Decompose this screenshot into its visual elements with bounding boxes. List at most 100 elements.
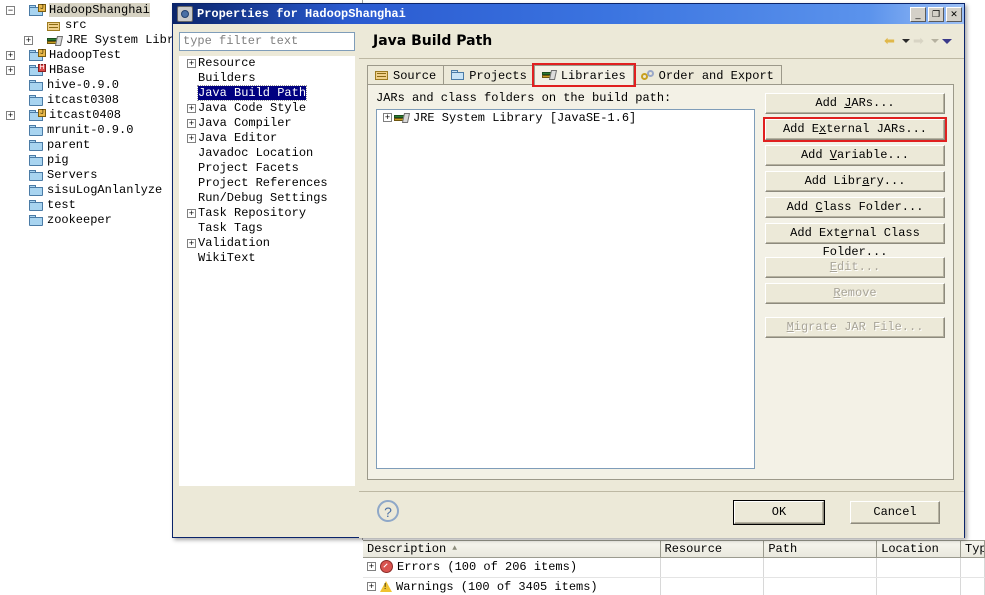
- window-buttons[interactable]: _ ❐ ✕: [910, 6, 962, 22]
- jar-list[interactable]: + JRE System Library [JavaSE-1.6]: [376, 109, 755, 469]
- settings-tree-item-label: Resource: [198, 56, 256, 70]
- button-label: Add External Class Folder...: [790, 226, 920, 259]
- settings-tree-item-11[interactable]: Task Tags: [179, 221, 355, 236]
- libraries-books-icon: [541, 70, 557, 81]
- button-add-jars[interactable]: Add JARs...: [765, 93, 945, 114]
- folder-icon: [29, 169, 44, 182]
- history-dropdown-icon[interactable]: [942, 38, 952, 44]
- tree-connector: [17, 66, 28, 75]
- minimize-button[interactable]: _: [910, 6, 926, 22]
- button-add-external-jars[interactable]: Add External JARs...: [763, 117, 947, 142]
- dialog-navigation[interactable]: type filter text + Resource Builders Java B…: [179, 32, 357, 487]
- settings-tree-item-4[interactable]: + Java Compiler: [179, 116, 355, 131]
- tab-libraries[interactable]: Libraries: [531, 63, 636, 87]
- problems-column-header-3[interactable]: Location: [877, 541, 962, 557]
- close-button[interactable]: ✕: [946, 6, 962, 22]
- folder-icon: [29, 214, 44, 227]
- problems-column-header-0[interactable]: Description ▲: [363, 541, 661, 557]
- action-button-column[interactable]: Add JARs... Add External JARs... Add Varia…: [763, 93, 947, 343]
- package-explorer-item-label: HadoopTest: [49, 48, 122, 62]
- expander-minus-icon[interactable]: −: [6, 6, 15, 15]
- settings-tree-item-9[interactable]: Run/Debug Settings: [179, 191, 355, 206]
- button-add-variable[interactable]: Add Variable...: [765, 145, 945, 166]
- page-title: Java Build Path: [373, 33, 493, 49]
- settings-tree-item-label: Project References: [198, 176, 328, 190]
- package-explorer-item-label: test: [47, 198, 76, 212]
- expander-plus-icon[interactable]: +: [367, 562, 376, 572]
- folder-icon: [29, 94, 44, 107]
- problems-row[interactable]: + Errors (100 of 206 items): [363, 558, 985, 578]
- error-icon: [380, 560, 393, 574]
- button-label: Migrate JAR File...: [786, 320, 924, 334]
- problems-row[interactable]: + Warnings (100 of 3405 items): [363, 578, 985, 595]
- expander-plus-icon[interactable]: +: [6, 66, 15, 75]
- jar-list-item-0[interactable]: + JRE System Library [JavaSE-1.6]: [377, 110, 754, 126]
- problems-rows[interactable]: + Errors (100 of 206 items) + Warnings (100…: [363, 558, 985, 595]
- source-folder-icon: [47, 20, 62, 32]
- problems-view[interactable]: Description ▲ Resource Path Location Typ + Err…: [363, 540, 985, 595]
- problems-cell-resource: [661, 578, 765, 595]
- button-add-library[interactable]: Add Library...: [765, 171, 945, 192]
- dialog-titlebar[interactable]: Properties for HadoopShanghai _ ❐ ✕: [173, 4, 964, 24]
- back-arrow-icon[interactable]: [884, 35, 899, 48]
- problems-column-label: Description: [367, 542, 447, 557]
- filter-input[interactable]: type filter text: [179, 32, 355, 51]
- properties-dialog[interactable]: Properties for HadoopShanghai _ ❐ ✕ type…: [172, 3, 965, 538]
- back-dropdown-icon[interactable]: [902, 39, 910, 43]
- settings-tree-item-3[interactable]: + Java Code Style: [179, 101, 355, 116]
- package-explorer-item-label: HBase: [49, 63, 86, 77]
- settings-tree-item-label: Java Editor: [198, 131, 278, 145]
- expander-plus-icon[interactable]: +: [6, 51, 15, 60]
- expander-plus-icon[interactable]: +: [187, 209, 196, 218]
- problems-cell-type: [961, 578, 985, 595]
- navigation-arrows[interactable]: [884, 35, 964, 48]
- package-explorer-item-label: itcast0308: [47, 93, 120, 107]
- settings-tree-item-7[interactable]: Project Facets: [179, 161, 355, 176]
- settings-tree-item-12[interactable]: + Validation: [179, 236, 355, 251]
- settings-tree-item-0[interactable]: + Resource: [179, 56, 355, 71]
- package-explorer-item-label: sisuLogAnlanlyze: [47, 183, 163, 197]
- expander-plus-icon[interactable]: +: [383, 113, 392, 123]
- button-add-external-class-folder[interactable]: Add External Class Folder...: [765, 223, 945, 259]
- button-label: Add JARs...: [815, 96, 895, 110]
- problems-column-label: Typ: [965, 542, 985, 556]
- button-edit: Edit...: [765, 257, 945, 278]
- package-explorer-item-label: src: [65, 18, 87, 32]
- expander-plus-icon[interactable]: +: [187, 104, 196, 113]
- settings-tree-item-label: Project Facets: [198, 161, 299, 175]
- expander-plus-icon[interactable]: +: [187, 134, 196, 143]
- tab-order-and-export[interactable]: Order and Export: [632, 65, 782, 85]
- expander-plus-icon[interactable]: +: [367, 582, 376, 592]
- expander-plus-icon[interactable]: +: [6, 111, 15, 120]
- expander-plus-icon[interactable]: +: [24, 36, 33, 45]
- help-icon[interactable]: ?: [377, 500, 399, 522]
- maximize-button[interactable]: ❐: [928, 6, 944, 22]
- forward-dropdown-icon[interactable]: [931, 39, 939, 43]
- forward-arrow-icon[interactable]: [913, 35, 928, 48]
- button-add-class-folder[interactable]: Add Class Folder...: [765, 197, 945, 218]
- settings-tree-item-5[interactable]: + Java Editor: [179, 131, 355, 146]
- expander-plus-icon[interactable]: +: [187, 59, 196, 68]
- tab-source[interactable]: Source: [367, 65, 445, 85]
- ok-button[interactable]: OK: [733, 500, 825, 525]
- expander-plus-icon[interactable]: +: [187, 119, 196, 128]
- tab-projects[interactable]: Projects: [443, 65, 535, 85]
- problems-column-header-1[interactable]: Resource: [660, 541, 765, 557]
- settings-tree-item-13[interactable]: WikiText: [179, 251, 355, 266]
- expander-plus-icon[interactable]: +: [187, 239, 196, 248]
- settings-tree-item-label: WikiText: [198, 251, 256, 265]
- settings-tree-item-2[interactable]: Java Build Path: [179, 85, 355, 101]
- settings-tree-item-label: Java Compiler: [198, 116, 292, 130]
- settings-tree-item-8[interactable]: Project References: [179, 176, 355, 191]
- project-hbase-icon: H: [29, 64, 46, 77]
- build-path-tabs[interactable]: Source Projects Libraries Order and Export: [367, 63, 782, 87]
- settings-tree[interactable]: + Resource Builders Java Build Path + Java Co…: [179, 56, 355, 486]
- problems-column-header-2[interactable]: Path: [764, 541, 878, 557]
- problems-column-header-4[interactable]: Typ: [961, 541, 985, 557]
- settings-tree-item-10[interactable]: + Task Repository: [179, 206, 355, 221]
- settings-tree-item-1[interactable]: Builders: [179, 71, 355, 86]
- cancel-button[interactable]: Cancel: [850, 501, 940, 524]
- settings-tree-item-6[interactable]: Javadoc Location: [179, 146, 355, 161]
